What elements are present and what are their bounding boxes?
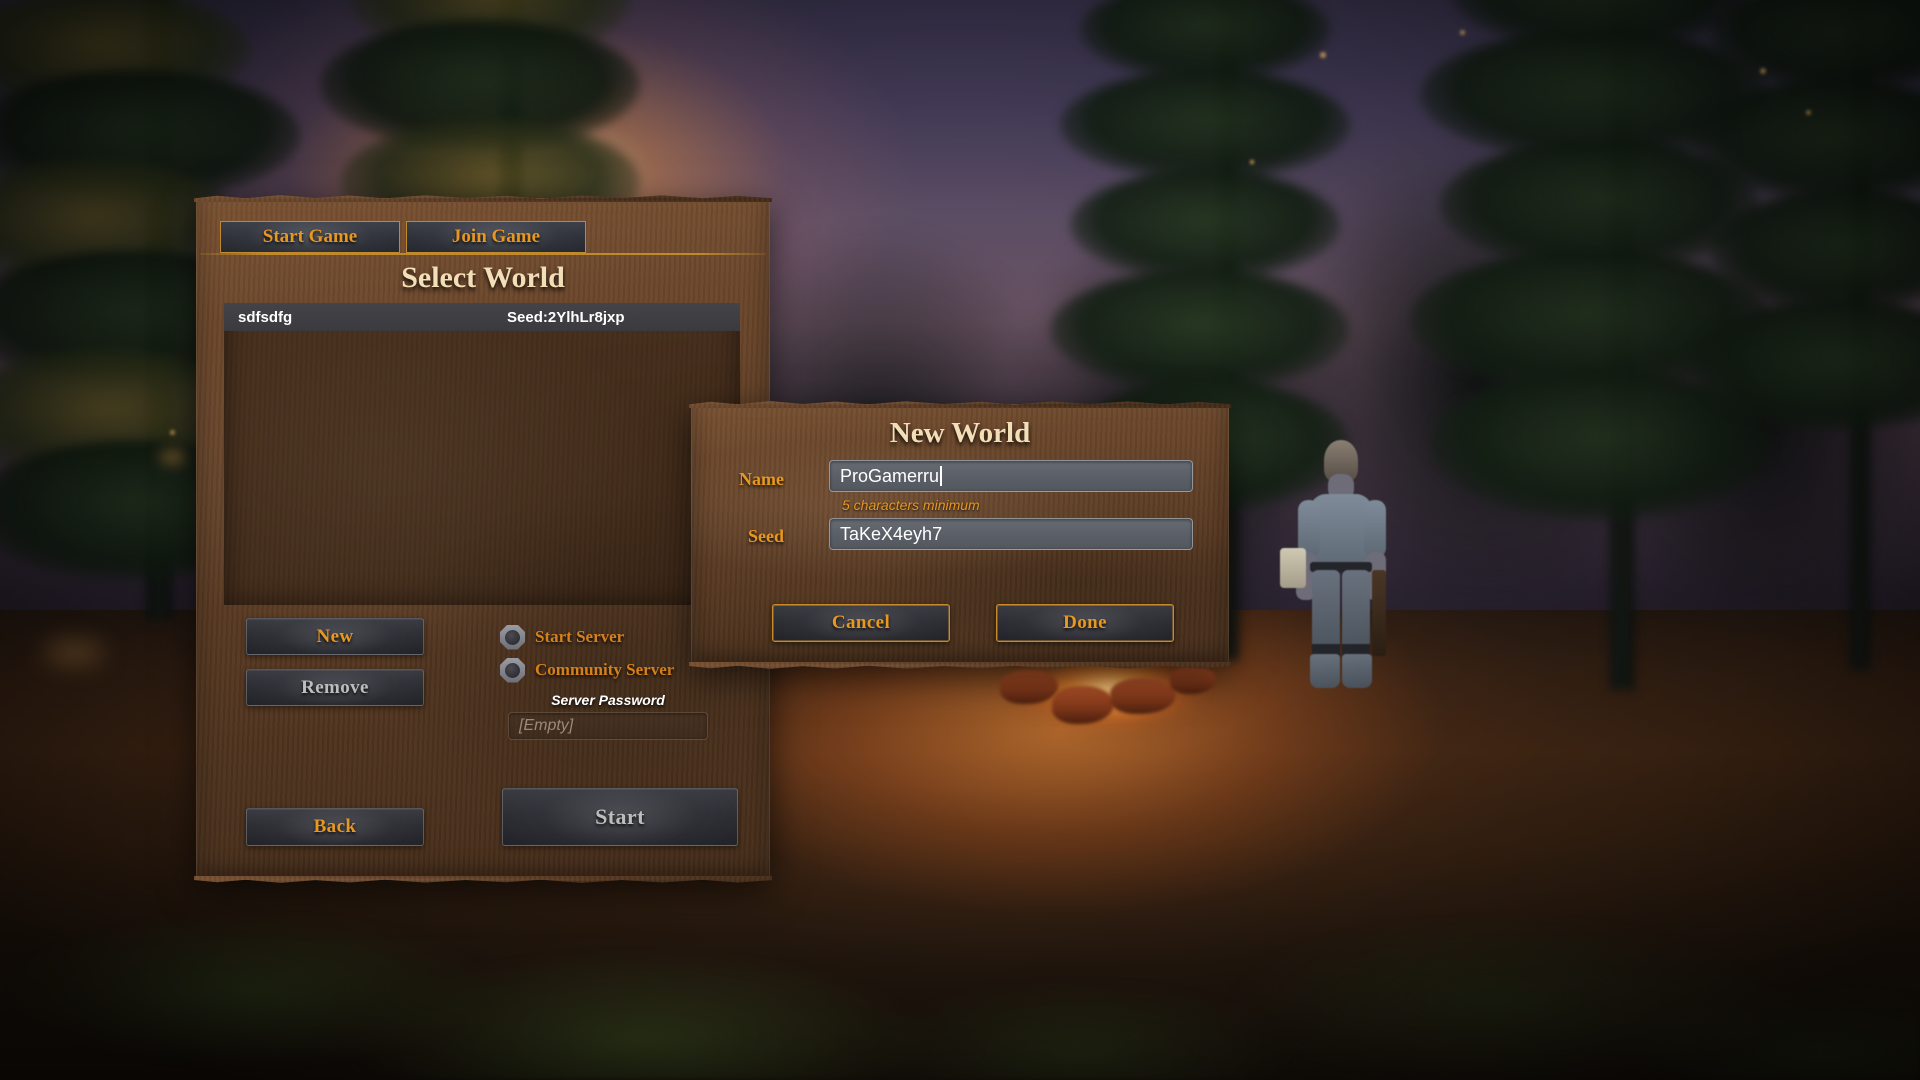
name-field-hint: 5 characters minimum bbox=[842, 497, 980, 513]
start-button[interactable]: Start bbox=[502, 788, 738, 846]
world-seed: Seed:2YlhLr8jxp bbox=[507, 308, 625, 326]
back-label: Back bbox=[313, 816, 357, 837]
pine-tree bbox=[1690, 0, 1920, 670]
world-name-value: ProGamerru bbox=[840, 465, 940, 486]
text-caret bbox=[940, 465, 943, 487]
tab-start-game-label: Start Game bbox=[262, 226, 358, 247]
tab-start-game[interactable]: Start Game bbox=[220, 221, 400, 253]
world-seed-value: TaKeX4eyh7 bbox=[840, 523, 943, 544]
page-title: Select World bbox=[401, 261, 565, 294]
new-world-label: New bbox=[316, 625, 354, 647]
cancel-button[interactable]: Cancel bbox=[772, 604, 950, 642]
community-server-label: Community Server bbox=[535, 660, 675, 679]
ember-spark bbox=[1760, 68, 1766, 74]
dialog-title: New World bbox=[889, 417, 1031, 449]
start-label: Start bbox=[595, 804, 645, 829]
ember-spark bbox=[1320, 52, 1326, 58]
ember-spark bbox=[170, 430, 175, 435]
tab-join-game[interactable]: Join Game bbox=[406, 221, 586, 253]
world-seed-input[interactable]: TaKeX4eyh7 bbox=[829, 518, 1193, 550]
world-list[interactable] bbox=[224, 303, 740, 605]
community-server-option[interactable]: Community Server bbox=[500, 657, 674, 683]
remove-world-button[interactable]: Remove bbox=[246, 669, 424, 706]
back-button[interactable]: Back bbox=[246, 808, 424, 846]
seed-field-label: Seed bbox=[748, 526, 784, 546]
radio-unchecked-icon[interactable] bbox=[500, 624, 525, 650]
world-name-input[interactable]: ProGamerru bbox=[829, 460, 1193, 492]
cancel-label: Cancel bbox=[831, 612, 891, 633]
remove-world-label: Remove bbox=[301, 676, 369, 698]
done-button[interactable]: Done bbox=[996, 604, 1174, 642]
start-server-label: Start Server bbox=[535, 627, 625, 646]
radio-unchecked-icon[interactable] bbox=[500, 657, 525, 683]
start-server-option[interactable]: Start Server bbox=[500, 624, 624, 650]
name-field-label: Name bbox=[739, 469, 784, 489]
done-label: Done bbox=[1063, 612, 1107, 633]
server-password-label: Server Password bbox=[551, 692, 665, 708]
server-password-input[interactable]: [Empty] bbox=[508, 712, 708, 740]
village-light bbox=[44, 640, 104, 666]
world-list-item[interactable]: sdfsdfg Seed:2YlhLr8jxp bbox=[224, 303, 740, 331]
viking-character bbox=[1280, 440, 1400, 700]
tab-join-game-label: Join Game bbox=[451, 226, 541, 247]
server-password-placeholder: [Empty] bbox=[519, 717, 574, 734]
tab-underline bbox=[200, 253, 766, 255]
world-name: sdfsdfg bbox=[238, 308, 293, 326]
ember-spark bbox=[1250, 160, 1254, 164]
new-world-button[interactable]: New bbox=[246, 618, 424, 655]
ember-spark bbox=[1806, 110, 1811, 115]
village-light bbox=[160, 450, 186, 464]
ember-spark bbox=[1460, 30, 1465, 35]
